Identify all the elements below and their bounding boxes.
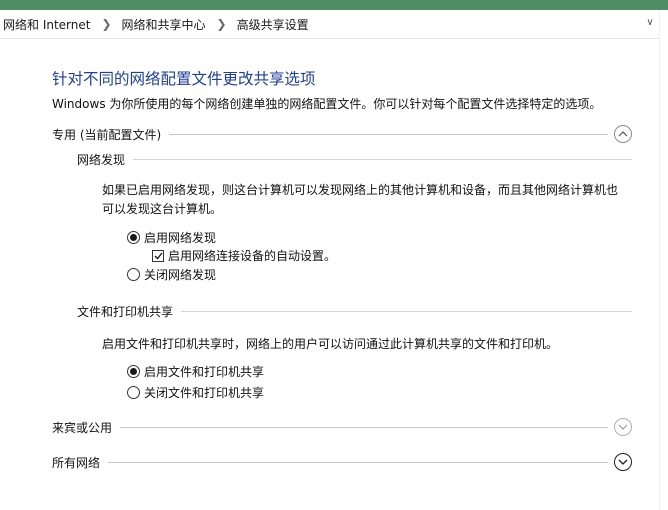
file-printer-sharing-heading: 文件和打印机共享 (77, 304, 174, 319)
file-sharing-off-label: 关闭文件和打印机共享 (144, 386, 265, 400)
chevron-right-icon: ❯ (216, 17, 227, 31)
profile-all-networks-label: 所有网络 (52, 455, 101, 470)
breadcrumb-network-internet[interactable]: 网络和 Internet (0, 16, 90, 33)
checkbox-checked[interactable] (152, 249, 164, 262)
profile-private-header[interactable]: 专用 (当前配置文件) (52, 124, 632, 144)
file-printer-sharing-heading-row: 文件和打印机共享 (77, 303, 632, 319)
auto-setup-option[interactable]: 启用网络连接设备的自动设置。 (152, 247, 336, 264)
divider (169, 133, 608, 135)
network-discovery-heading-row: 网络发现 (77, 151, 632, 167)
file-printer-sharing-description: 启用文件和打印机共享时，网络上的用户可以访问通过此计算机共享的文件和打印机。 (102, 337, 559, 351)
page-description: Windows 为你所使用的每个网络创建单独的网络配置文件。你可以针对每个配置文… (52, 97, 602, 111)
divider (181, 310, 632, 312)
file-sharing-on-label: 启用文件和打印机共享 (144, 365, 265, 379)
divider (133, 158, 632, 160)
profile-private-label: 专用 (当前配置文件) (52, 127, 162, 142)
network-discovery-description: 如果已启用网络发现，则这台计算机可以发现网络上的其他计算机和设备，而且其他网络计… (102, 183, 619, 216)
network-discovery-on-option[interactable]: 启用网络发现 (127, 229, 216, 246)
file-sharing-on-option[interactable]: 启用文件和打印机共享 (127, 363, 264, 380)
breadcrumb-network-sharing-center[interactable]: 网络和共享中心 (122, 16, 206, 33)
radio-selected[interactable] (127, 365, 140, 378)
radio-unselected[interactable] (127, 268, 140, 281)
chevron-right-icon: ❯ (101, 17, 112, 31)
network-discovery-on-label: 启用网络发现 (144, 231, 217, 245)
chevron-up-icon[interactable] (614, 125, 632, 143)
profile-guest-public-header[interactable]: 来宾或公用 (52, 417, 632, 437)
radio-unselected[interactable] (127, 386, 140, 399)
divider (108, 461, 608, 463)
file-sharing-off-option[interactable]: 关闭文件和打印机共享 (127, 384, 264, 401)
profile-all-networks-header[interactable]: 所有网络 (52, 452, 632, 472)
network-discovery-off-option[interactable]: 关闭网络发现 (127, 266, 216, 283)
breadcrumb-advanced-sharing[interactable]: 高级共享设置 (237, 16, 309, 33)
page-title: 针对不同的网络配置文件更改共享选项 (52, 70, 316, 88)
network-discovery-heading: 网络发现 (77, 152, 126, 167)
window-top-band (0, 0, 668, 10)
auto-setup-label: 启用网络连接设备的自动设置。 (168, 249, 337, 263)
window-right-edge (659, 10, 668, 510)
chevron-down-icon[interactable] (614, 418, 632, 436)
divider (120, 426, 608, 428)
network-discovery-off-label: 关闭网络发现 (144, 268, 217, 282)
profile-guest-public-label: 来宾或公用 (52, 420, 113, 435)
address-bar[interactable]: 网络和 Internet ❯ 网络和共享中心 ❯ 高级共享设置 ∨ (0, 10, 660, 39)
address-dropdown-chevron-icon[interactable]: ∨ (644, 17, 656, 29)
radio-selected[interactable] (127, 231, 140, 244)
chevron-down-icon[interactable] (614, 453, 632, 471)
